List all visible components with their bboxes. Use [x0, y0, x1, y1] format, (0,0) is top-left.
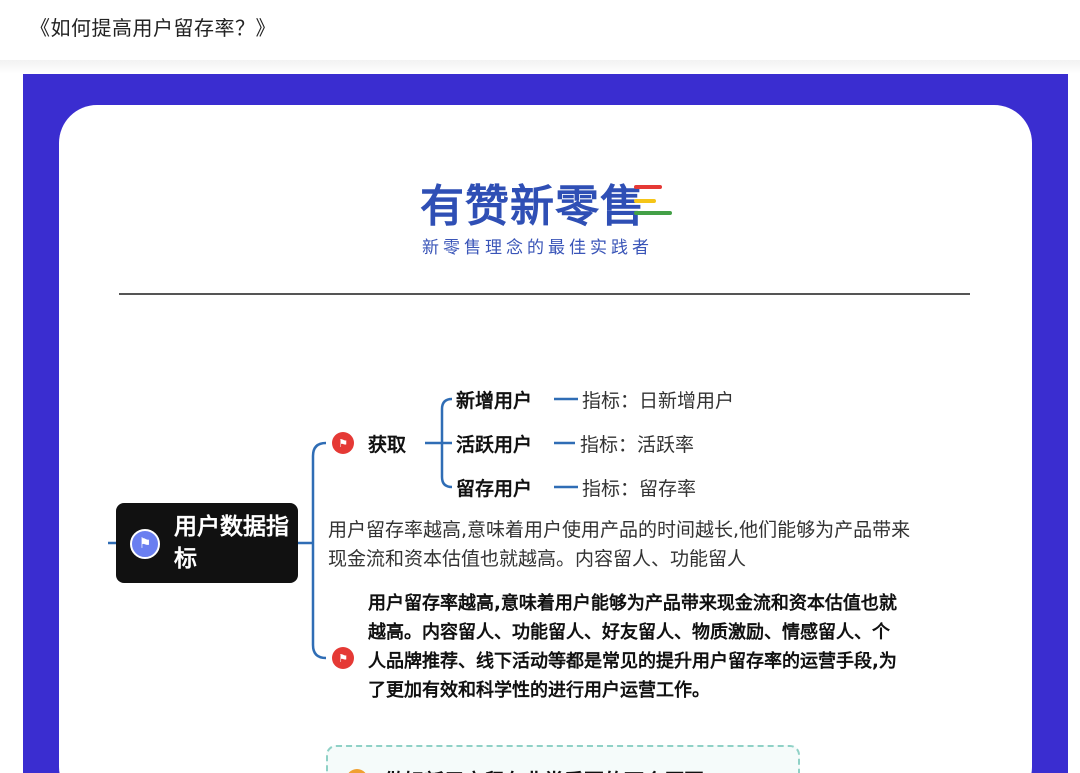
- mindmap-root-node[interactable]: ⚑ 用户数据指标: [116, 503, 298, 583]
- retention-paragraph: 用户留存率越高,意味着用户使用产品的时间越长,他们能够为产品带来现金流和资本估值…: [328, 519, 911, 570]
- root-label: 用户数据指标: [174, 514, 289, 572]
- node-retained-users[interactable]: 留存用户: [456, 474, 532, 501]
- metric-new-users: 指标：日新增用户: [582, 390, 735, 412]
- flag-icon: ⚑: [130, 529, 160, 559]
- bulb-icon: [346, 769, 368, 773]
- branch-label-acquire[interactable]: 获取: [368, 430, 406, 457]
- node-new-users[interactable]: 新增用户: [456, 386, 532, 413]
- flag-icon: ⚑: [332, 647, 354, 669]
- callout-box[interactable]: 做好新用户留存非常重要的两个原因: [326, 745, 800, 773]
- retention-bold-paragraph[interactable]: 用户留存率越高,意味着用户能够为产品带来现金流和资本估值也就越高。内容留人、功能…: [368, 589, 904, 705]
- flag-icon: ⚑: [332, 432, 354, 454]
- node-active-users[interactable]: 活跃用户: [456, 430, 532, 457]
- metric-retained-users: 指标：留存率: [582, 478, 697, 500]
- metric-active-users: 指标：活跃率: [580, 434, 695, 456]
- callout-text: 做好新用户留存非常重要的两个原因: [384, 765, 704, 773]
